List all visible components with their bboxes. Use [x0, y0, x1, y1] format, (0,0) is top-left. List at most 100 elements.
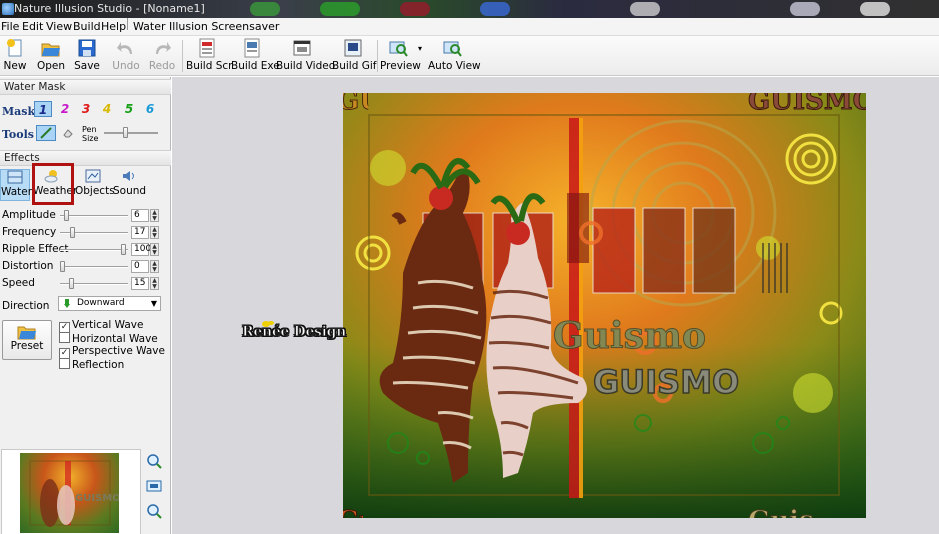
new-button[interactable]: New: [2, 38, 28, 74]
speed-thumb[interactable]: [69, 278, 75, 289]
build-gif-button-label: Build Gif: [332, 60, 377, 72]
frequency-input[interactable]: 17: [131, 226, 149, 239]
direction-select[interactable]: Downward ▼: [58, 296, 161, 311]
mask-selector: 1 2 3 4 5 6: [34, 101, 164, 117]
menu-build[interactable]: Build: [73, 18, 101, 36]
perspective-wave-option[interactable]: ✓ Perspective Wave: [59, 345, 165, 359]
frequency-spinner[interactable]: ▲ ▼: [150, 226, 159, 239]
speed-spinner[interactable]: ▲ ▼: [150, 277, 159, 290]
mask-6-button[interactable]: 6: [141, 101, 159, 117]
zoom-in-icon[interactable]: [146, 453, 162, 469]
param-ripple-effect: Ripple Effect 100 ▲ ▼: [0, 242, 171, 259]
distortion-slider[interactable]: [60, 266, 128, 268]
ripple-effect-input[interactable]: 100: [131, 243, 151, 256]
mask-2-button[interactable]: 2: [56, 101, 74, 117]
ripple-effect-thumb[interactable]: [121, 244, 126, 255]
menu-separator: [127, 18, 128, 30]
preview-button[interactable]: Preview: [380, 38, 421, 74]
water-icon: [7, 170, 23, 184]
navigator-thumbnail[interactable]: GUISMO: [1, 449, 141, 534]
auto-view-button-label: Auto View: [428, 60, 481, 72]
auto-view-button[interactable]: Auto View: [428, 38, 481, 74]
amplitude-input[interactable]: 6: [131, 209, 149, 222]
menu-help[interactable]: Help: [101, 18, 126, 36]
save-button[interactable]: Save: [74, 38, 100, 74]
redo-button[interactable]: Redo: [148, 38, 176, 74]
horizontal-wave-option[interactable]: Horizontal Wave: [59, 332, 158, 345]
distortion-input[interactable]: 0: [131, 260, 149, 273]
taskbar-decoration: [630, 2, 660, 16]
preset-folder-icon: [17, 324, 37, 340]
mask-4-button[interactable]: 4: [98, 101, 116, 117]
vertical-wave-option[interactable]: ✓ Vertical Wave: [59, 319, 143, 333]
redo-icon: [152, 38, 172, 58]
mask-5-button[interactable]: 5: [120, 101, 138, 117]
distortion-thumb[interactable]: [60, 261, 65, 272]
chevron-down-icon: ▼: [150, 299, 157, 308]
toolbar-separator: [377, 40, 378, 72]
tab-objects[interactable]: Objects: [75, 169, 115, 201]
speed-label: Speed: [2, 277, 35, 289]
tab-sound[interactable]: Sound: [113, 169, 146, 201]
left-panel: Water Mask Mask 1 2 3 4 5 6 Tools Pen Si…: [0, 77, 171, 534]
param-distortion: Distortion 0 ▲ ▼: [0, 259, 171, 276]
mask-1-button[interactable]: 1: [34, 101, 52, 117]
ripple-effect-slider[interactable]: [60, 249, 128, 251]
preview-button-label: Preview: [380, 60, 421, 72]
horizontal-wave-checkbox[interactable]: [59, 332, 70, 343]
canvas-text-top-right: GUISMO: [748, 93, 866, 116]
menu-bar: File Edit View Build Help Water Illusion…: [0, 18, 939, 36]
taskbar-decoration: [860, 2, 890, 16]
canvas-text-guismo-small: Guismo: [553, 315, 706, 357]
zoom-out-icon[interactable]: [146, 503, 162, 519]
fit-window-icon[interactable]: [146, 478, 162, 494]
reflection-option[interactable]: Reflection: [59, 358, 124, 371]
open-button[interactable]: Open: [37, 38, 65, 74]
pen-icon: [40, 127, 52, 139]
tab-objects-label: Objects: [75, 185, 115, 197]
reflection-checkbox[interactable]: [59, 358, 70, 369]
build-video-button[interactable]: Build Video: [276, 38, 335, 74]
param-speed: Speed 15 ▲ ▼: [0, 276, 171, 293]
pen-size-thumb[interactable]: [122, 127, 128, 138]
image-canvas[interactable]: Guismo GUISMO GUISMO GUISMO Guis Guis: [343, 93, 866, 518]
build-exe-icon: [242, 38, 262, 58]
menu-edit[interactable]: Edit: [22, 18, 43, 36]
eraser-tool-button[interactable]: [62, 127, 74, 139]
arrow-down-icon: [64, 299, 70, 308]
save-button-label: Save: [74, 60, 100, 72]
menu-water-illusion-screensaver[interactable]: Water Illusion Screensaver: [133, 18, 279, 36]
amplitude-spinner[interactable]: ▲ ▼: [150, 209, 159, 222]
amplitude-thumb[interactable]: [63, 210, 69, 221]
build-gif-button[interactable]: Build Gif: [332, 38, 377, 74]
preset-button[interactable]: Preset: [2, 320, 52, 360]
pen-tool-button[interactable]: [36, 125, 56, 141]
toolbar: New Open Save Undo Redo Build Scr Build …: [0, 36, 939, 76]
menu-view[interactable]: View: [46, 18, 72, 36]
distortion-spinner[interactable]: ▲ ▼: [150, 260, 159, 273]
tab-water[interactable]: Water: [0, 169, 32, 201]
renee-design-watermark: Renée Design: [241, 321, 347, 341]
thumbnail-text: GUISMO: [75, 493, 119, 504]
eraser-icon: [63, 129, 73, 138]
pen-size-label: Pen Size: [82, 125, 99, 143]
speed-input[interactable]: 15: [131, 277, 149, 290]
build-scr-button[interactable]: Build Scr: [186, 38, 232, 74]
mask-3-button[interactable]: 3: [77, 101, 95, 117]
save-disk-icon: [77, 38, 97, 58]
effects-header: Effects: [0, 150, 171, 166]
menu-file[interactable]: File: [1, 18, 19, 36]
redo-button-label: Redo: [148, 60, 176, 72]
amplitude-slider[interactable]: [60, 215, 128, 217]
canvas-text-guismo-large: GUISMO: [593, 363, 739, 401]
direction-label: Direction: [2, 300, 50, 312]
preview-icon: [388, 38, 408, 58]
undo-button[interactable]: Undo: [112, 38, 140, 74]
ripple-effect-label: Ripple Effect: [2, 243, 69, 255]
build-exe-button[interactable]: Build Exe: [231, 38, 280, 74]
frequency-label: Frequency: [2, 226, 57, 238]
frequency-thumb[interactable]: [70, 227, 76, 238]
pen-size-slider[interactable]: [104, 125, 158, 141]
preview-dropdown-arrow[interactable]: ▾: [418, 44, 422, 53]
ripple-effect-spinner[interactable]: ▲ ▼: [150, 243, 159, 256]
